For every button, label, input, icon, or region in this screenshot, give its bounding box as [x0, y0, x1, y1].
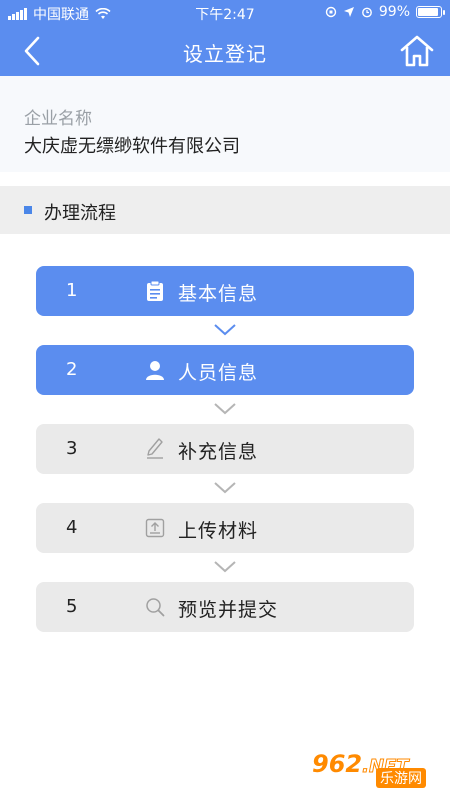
section-title: 办理流程: [44, 203, 116, 224]
alarm-icon: [361, 7, 372, 18]
status-bar: 中国联通 下午2:47 99%: [0, 0, 450, 26]
search-icon: [144, 596, 166, 618]
step-label: 预览并提交: [178, 599, 279, 621]
pen-icon: [144, 438, 166, 460]
orientation-lock-icon: [325, 6, 337, 18]
step-supplementary-info[interactable]: 3 补充信息: [36, 424, 414, 474]
step-number: 3: [66, 438, 78, 459]
section-marker: [24, 206, 32, 214]
step-label: 人员信息: [178, 362, 259, 384]
company-name-label: 企业名称: [24, 109, 92, 129]
step-number: 5: [66, 596, 78, 617]
clipboard-icon: [144, 280, 166, 302]
step-upload-materials[interactable]: 4 上传材料: [36, 503, 414, 553]
step-number: 4: [66, 517, 78, 538]
step-basic-info[interactable]: 1 基本信息: [36, 266, 414, 316]
battery-percent: 99%: [378, 4, 410, 20]
process-section-header: 办理流程: [0, 186, 450, 234]
nav-bar: 设立登记: [0, 26, 450, 76]
step-number: 1: [66, 280, 78, 301]
chevron-down-icon: [214, 403, 236, 415]
step-personnel-info[interactable]: 2 人员信息: [36, 345, 414, 395]
step-preview-submit[interactable]: 5 预览并提交: [36, 582, 414, 632]
upload-icon: [144, 517, 166, 539]
company-name-value: 大庆虚无缥缈软件有限公司: [24, 136, 240, 157]
status-right: 99%: [325, 4, 445, 20]
location-icon: [343, 7, 354, 17]
battery-icon: [416, 6, 445, 18]
step-label: 基本信息: [178, 283, 259, 305]
chevron-down-icon: [214, 482, 236, 494]
chevron-down-icon: [214, 561, 236, 573]
step-label: 上传材料: [178, 520, 259, 542]
company-info: 企业名称 大庆虚无缥缈软件有限公司: [0, 76, 450, 172]
home-icon[interactable]: [398, 32, 436, 70]
person-icon: [144, 359, 166, 381]
chevron-down-icon: [214, 324, 236, 336]
step-number: 2: [66, 359, 78, 380]
page-title: 设立登记: [183, 42, 267, 66]
step-label: 补充信息: [178, 441, 259, 463]
watermark-sub: 乐游网: [376, 768, 426, 788]
site-watermark: 962.NET 乐游网: [312, 750, 442, 790]
